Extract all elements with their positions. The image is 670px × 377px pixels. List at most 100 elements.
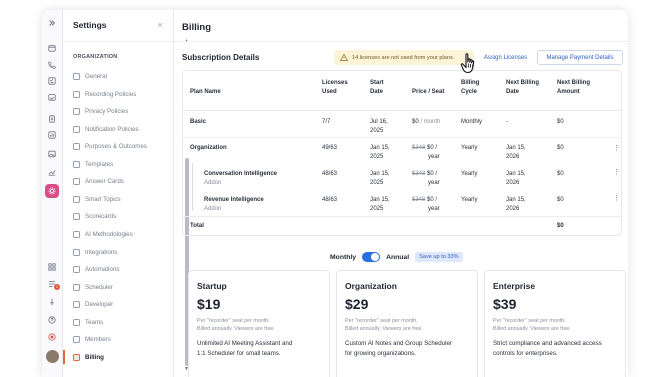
header-amount-line2: Amount [557,89,580,95]
sidebar-item-label: Answer Cards [85,177,124,185]
apps-grid-icon[interactable] [47,262,57,272]
sidebar-item-teams[interactable]: Teams [73,315,167,329]
plan-card-organization[interactable]: Organization $29 Per "recorder" seat per… [336,270,478,377]
general-icon [73,72,80,80]
next-line2: 2026 [506,206,520,212]
sidebar-item-scheduler[interactable]: Scheduler [73,280,167,294]
plan-desc-line2: for growing organizations. [345,350,416,357]
sidebar-item-label: Purposes & Outcomes [85,142,147,150]
sidebar-item-privacy-policies[interactable]: Privacy Policies [73,104,167,118]
sidebar-item-members[interactable]: Members [73,332,167,346]
row-conversation-intelligence-addon: Addon [204,180,222,186]
start-line2: 2025 [370,206,384,212]
code-icon [73,300,80,308]
annual-label[interactable]: Annual [386,254,409,261]
hand-cursor-icon [460,53,475,74]
plan-desc-line2: 1:1 Scheduler for small teams. [197,350,281,357]
plan-price: $29 [345,296,369,312]
plan-card-startup[interactable]: Startup $19 Per "recorder" seat per mont… [188,270,330,377]
sidebar-item-billing[interactable]: Billing [63,350,167,364]
row-basic-licenses: 7/7 [322,119,331,125]
price-period: / month [420,119,441,125]
settings-sidebar: Settings « ORGANIZATION General Recordin… [63,10,189,377]
phone-icon[interactable] [47,60,57,70]
help-icon[interactable] [47,315,57,325]
next-line2: 2026 [506,180,520,186]
analytics-icon[interactable] [47,167,57,177]
sidebar-item-recording-policies[interactable]: Recording Policies [73,87,167,101]
sidebar-item-label: Scorecards [85,212,117,220]
sidebar-item-label: Developer [85,300,114,308]
expand-icon[interactable] [47,18,57,28]
sidebar-item-ai-methodologies[interactable]: AI Methodologies [73,227,167,241]
subscription-details-heading: Subscription Details [182,53,260,62]
collapse-sidebar-icon[interactable]: « [158,20,162,29]
app-window: 1 Settings « ORGANIZATION General Record… [42,10,628,377]
sidebar-item-label: Automations [85,265,120,273]
document-icon[interactable] [47,114,57,124]
recording-icon [73,90,80,98]
sidebar-item-integrations[interactable]: Integrations [73,245,167,259]
manage-payment-details-button[interactable]: Manage Payment Details [537,50,623,65]
total-amount: $0 [557,223,564,229]
sidebar-item-label: Privacy Policies [85,107,129,115]
scorecard-icon [73,212,80,220]
sidebar-item-answer-cards[interactable]: Answer Cards [73,174,167,188]
sidebar-item-general[interactable]: General [73,69,167,83]
plan-note: Per "recorder" seat per month. Billed ann… [197,317,321,333]
billing-period-toggle: Monthly Annual Save up to 33% [330,251,463,263]
plan-note-line1: Per "recorder" seat per month. [197,318,270,324]
image-icon[interactable] [47,149,57,159]
row-menu-icon[interactable]: ⋮ [613,168,620,176]
plan-card-enterprise[interactable]: Enterprise $39 Per "recorder" seat per m… [484,270,626,377]
start-line1: Jan 15, [370,145,390,151]
team-icon [73,318,80,326]
original-price: $348 [412,145,426,151]
plan-note: Per "recorder" seat per month. Billed ann… [345,317,469,333]
table-header: Plan Name Licenses Used Start Date Price /… [183,71,621,111]
calendar-check-icon[interactable] [47,92,57,102]
plan-name: Startup [197,281,227,291]
row-menu-icon[interactable]: ⋮ [613,194,620,202]
chart-bar-icon[interactable] [47,130,57,140]
record-icon[interactable] [47,332,57,342]
sidebar-item-templates[interactable]: Templates [73,157,167,171]
sidebar-item-label: Notification Policies [85,125,139,133]
row-organization-licenses: 49/63 [322,145,338,151]
members-icon [73,335,80,343]
price-value: $0 [412,119,419,125]
monthly-label[interactable]: Monthly [330,254,356,261]
row-divider [183,137,621,138]
price-value: $0 / [427,197,438,203]
lock-icon [73,107,80,115]
sidebar-item-smart-topics[interactable]: Smart Topics [73,192,167,206]
header-plan-name: Plan Name [190,89,221,95]
assign-licenses-button[interactable]: Assign Licenses [477,50,534,65]
card-icon [73,177,80,185]
sidebar-item-purposes-outcomes[interactable]: Purposes & Outcomes [73,139,167,153]
row-basic-start: Jul 16, 2025 [370,118,388,136]
annual-toggle-switch[interactable] [362,252,381,262]
row-basic-plan: Basic [190,119,207,125]
pin-icon[interactable] [47,297,57,307]
sidebar-item-label: Recording Policies [85,90,137,98]
header-next-line2: Date [506,89,520,95]
sidebar-item-developer[interactable]: Developer [73,297,167,311]
calendar-icon[interactable] [47,43,57,53]
settings-active-icon[interactable] [45,184,59,198]
sidebar-item-automations[interactable]: Automations [73,262,167,276]
header-start-line1: Start [370,80,384,86]
avatar[interactable] [46,350,59,363]
sidebar-item-scorecards[interactable]: Scorecards [73,209,167,223]
warning-icon [340,54,348,61]
sidebar-item-label: Billing [85,353,104,361]
row-basic-amount: $0 [557,119,564,125]
sidebar-item-notification-policies[interactable]: Notification Policies [73,122,167,136]
checklist-icon[interactable] [47,76,57,86]
sidebar-item-label: Templates [85,160,114,168]
row-revenue-intelligence-addon: Addon [204,206,222,212]
row-revenue-intelligence-amount: $0 [557,197,564,203]
main-content: Billing Subscription Details 14 licenses… [174,10,628,377]
sidebar-item-label: Scheduler [85,283,113,291]
row-menu-icon[interactable]: ⋮ [613,144,620,152]
